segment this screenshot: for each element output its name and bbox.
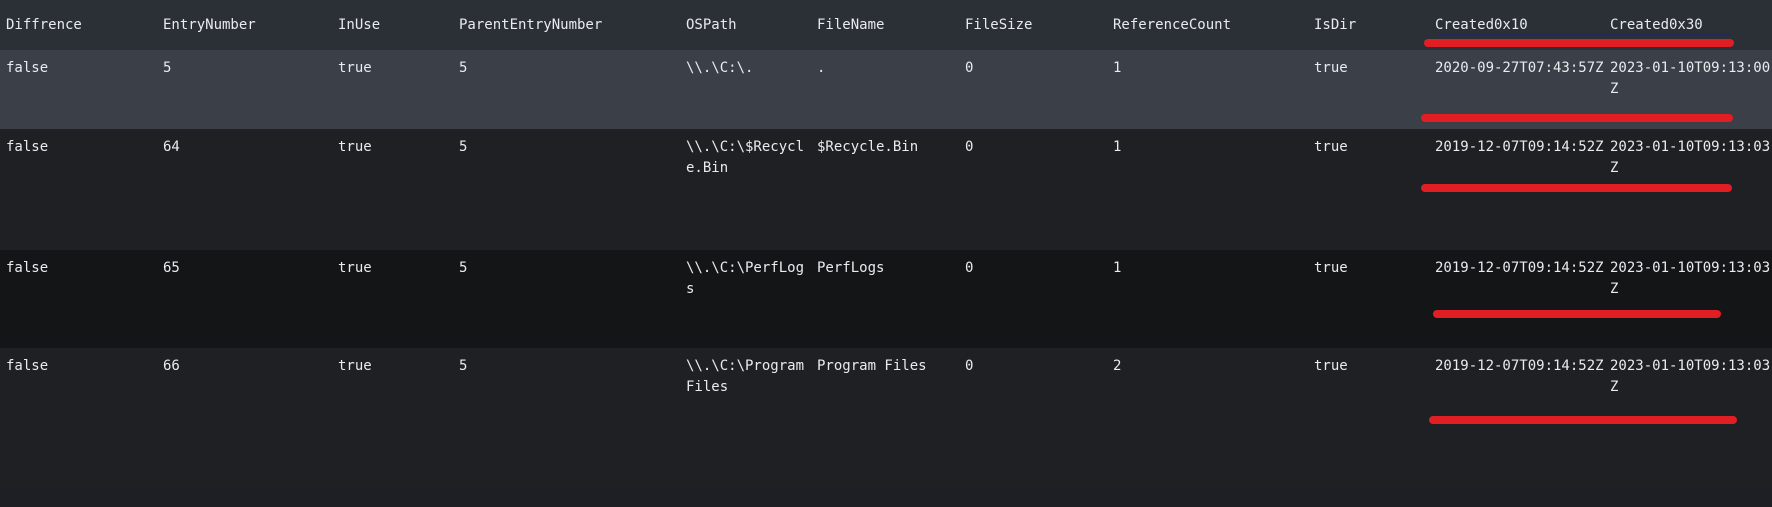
row-annotation-underline [1429, 416, 1737, 424]
table-cell: true [1308, 348, 1429, 488]
table-cell: 0 [959, 129, 1107, 250]
results-view: Diffrence EntryNumber InUse ParentEntryN… [0, 0, 1772, 507]
table-cell: 2023-01-10T09:13:03Z [1604, 250, 1772, 348]
header-annotation-underline [1424, 39, 1734, 47]
table-cell: 5 [453, 50, 680, 129]
table-cell: true [332, 50, 453, 129]
table-cell: 66 [157, 348, 332, 488]
table-cell: true [1308, 129, 1429, 250]
table-cell: 5 [157, 50, 332, 129]
column-header-referencecount[interactable]: ReferenceCount [1107, 0, 1308, 50]
column-header-parententrynumber[interactable]: ParentEntryNumber [453, 0, 680, 50]
table-cell: true [1308, 250, 1429, 348]
row-annotation-underline [1421, 184, 1732, 192]
column-header-filesize[interactable]: FileSize [959, 0, 1107, 50]
table-cell: . [811, 50, 959, 129]
table-cell: 2 [1107, 348, 1308, 488]
table-cell: 0 [959, 250, 1107, 348]
table-cell: 5 [453, 129, 680, 250]
header-annotation-underline [1438, 33, 1730, 36]
table-cell: \\.\C:\$Recycle.Bin [680, 129, 811, 250]
results-table: Diffrence EntryNumber InUse ParentEntryN… [0, 0, 1772, 488]
table-cell: 64 [157, 129, 332, 250]
table-cell: \\.\C:\Program Files [680, 348, 811, 488]
table-cell: true [332, 348, 453, 488]
table-cell: 0 [959, 348, 1107, 488]
table-cell: PerfLogs [811, 250, 959, 348]
table-cell: false [0, 250, 157, 348]
row-annotation-underline [1433, 310, 1721, 318]
table-cell: false [0, 129, 157, 250]
table-cell: \\.\C:\PerfLogs [680, 250, 811, 348]
table-row[interactable]: false 65 true 5 \\.\C:\PerfLogs PerfLogs… [0, 250, 1772, 348]
table-cell: true [332, 250, 453, 348]
column-header-isdir[interactable]: IsDir [1308, 0, 1429, 50]
table-cell: $Recycle.Bin [811, 129, 959, 250]
table-cell: 1 [1107, 250, 1308, 348]
table-cell: 0 [959, 50, 1107, 129]
row-annotation-underline [1421, 114, 1733, 122]
table-cell: 5 [453, 348, 680, 488]
table-cell: true [1308, 50, 1429, 129]
table-cell: 65 [157, 250, 332, 348]
column-header-entrynumber[interactable]: EntryNumber [157, 0, 332, 50]
table-cell: false [0, 50, 157, 129]
table-cell: \\.\C:\. [680, 50, 811, 129]
table-cell: 1 [1107, 50, 1308, 129]
table-cell: false [0, 348, 157, 488]
table-cell: 5 [453, 250, 680, 348]
table-cell: 1 [1107, 129, 1308, 250]
column-header-filename[interactable]: FileName [811, 0, 959, 50]
table-cell: Program Files [811, 348, 959, 488]
column-header-ospath[interactable]: OSPath [680, 0, 811, 50]
column-header-inuse[interactable]: InUse [332, 0, 453, 50]
table-cell: 2019-12-07T09:14:52Z [1429, 250, 1604, 348]
column-header-diffrence[interactable]: Diffrence [0, 0, 157, 50]
table-cell: true [332, 129, 453, 250]
